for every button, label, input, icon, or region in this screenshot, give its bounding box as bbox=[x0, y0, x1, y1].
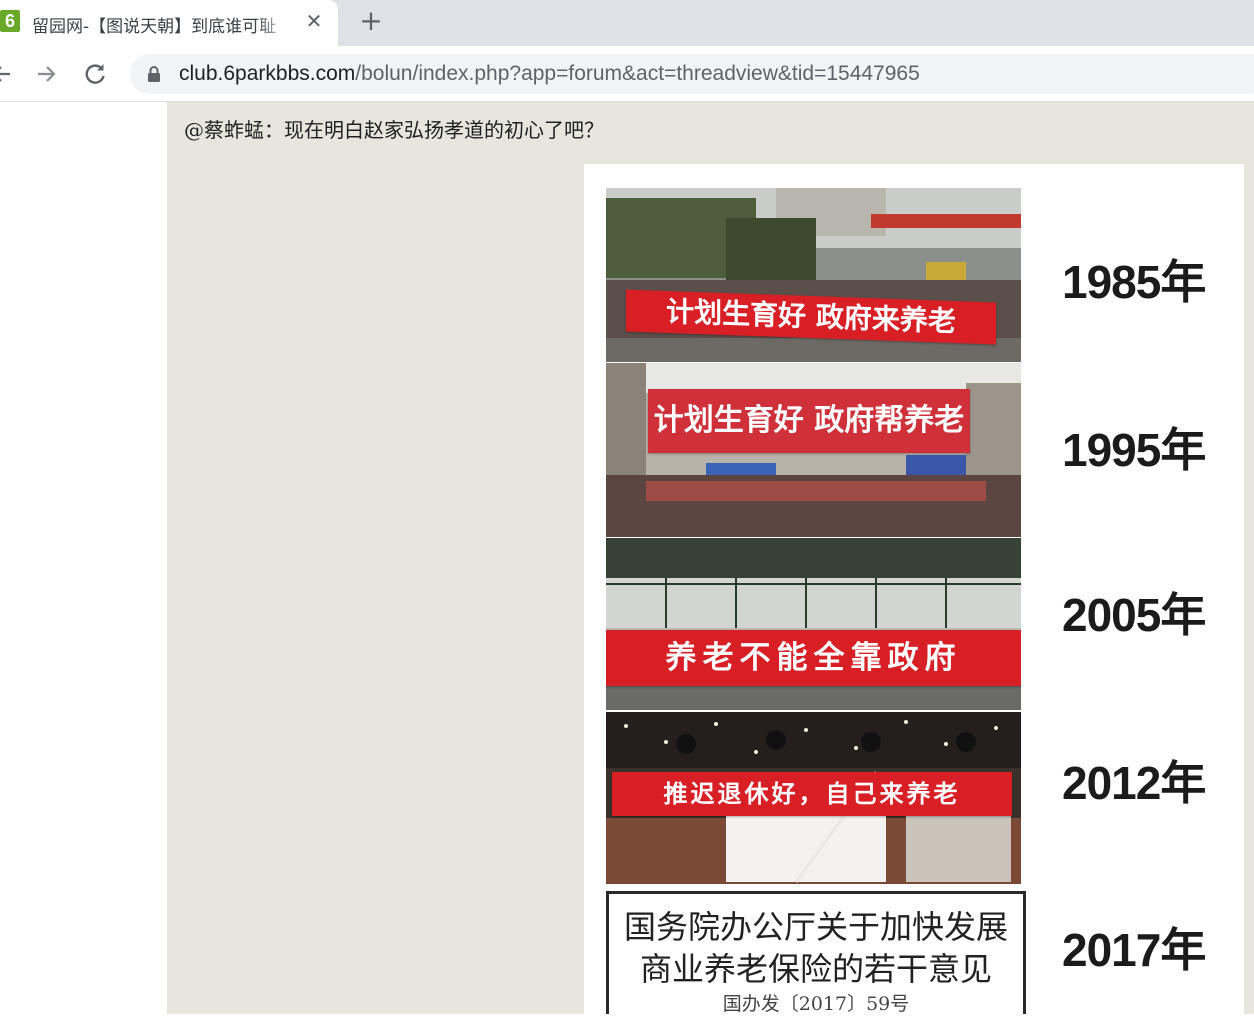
lock-icon[interactable] bbox=[146, 65, 162, 83]
post-image: 计划生育好 政府来养老 1985年 计划生育好 政府帮养老 1995年 养老不能… bbox=[584, 164, 1244, 1015]
back-button[interactable] bbox=[0, 60, 16, 88]
reload-icon bbox=[85, 64, 105, 84]
photo-2012: 推迟退休好，自己来养老 bbox=[606, 712, 1021, 884]
close-tab-icon[interactable]: ✕ bbox=[302, 9, 326, 33]
arrow-right-icon bbox=[38, 66, 56, 82]
url-path: /bolun/index.php?app=forum&act=threadvie… bbox=[355, 62, 920, 85]
arrow-left-icon bbox=[0, 66, 10, 82]
photo-1985: 计划生育好 政府来养老 bbox=[606, 188, 1021, 362]
url-text[interactable]: club.6parkbbs.com/bolun/index.php?app=fo… bbox=[179, 62, 920, 86]
document-2017: 国务院办公厅关于加快发展 商业养老保险的若干意见 国办发〔2017〕59号 bbox=[606, 891, 1026, 1015]
browser-toolbar: club.6parkbbs.com/bolun/index.php?app=fo… bbox=[0, 46, 1254, 102]
address-bar[interactable]: club.6parkbbs.com/bolun/index.php?app=fo… bbox=[130, 54, 1254, 94]
post-text: @蔡蚱蜢：现在明白赵家弘扬孝道的初心了吧？ bbox=[184, 118, 604, 142]
banner-1995: 计划生育好 政府帮养老 bbox=[648, 389, 970, 453]
year-2017: 2017年 bbox=[1062, 924, 1206, 976]
banner-2012: 推迟退休好，自己来养老 bbox=[612, 772, 1012, 816]
document-title-line-1: 国务院办公厅关于加快发展 bbox=[623, 908, 1008, 946]
url-host: club.6parkbbs.com bbox=[179, 62, 356, 85]
browser-tab[interactable]: 6 留园网-【图说天朝】到底谁可耻 ✕ bbox=[0, 0, 338, 46]
tab-title: 留园网-【图说天朝】到底谁可耻 bbox=[32, 17, 277, 34]
forward-button[interactable] bbox=[33, 60, 61, 88]
document-title-line-2: 商业养老保险的若干意见 bbox=[639, 950, 992, 988]
reload-button[interactable] bbox=[81, 60, 109, 88]
year-2012: 2012年 bbox=[1062, 757, 1206, 809]
year-1985: 1985年 bbox=[1062, 256, 1206, 308]
photo-1995: 计划生育好 政府帮养老 bbox=[606, 363, 1021, 537]
document-number: 国办发〔2017〕59号 bbox=[722, 993, 910, 1015]
year-2005: 2005年 bbox=[1062, 589, 1206, 641]
forum-post: @蔡蚱蜢：现在明白赵家弘扬孝道的初心了吧？ 计划生育好 政府来养老 1985年 bbox=[167, 102, 1254, 1015]
new-tab-button[interactable]: + bbox=[356, 6, 386, 36]
year-1995: 1995年 bbox=[1062, 424, 1206, 476]
site-favicon-icon: 6 bbox=[0, 10, 20, 32]
tab-strip: 6 留园网-【图说天朝】到底谁可耻 ✕ + bbox=[0, 0, 1254, 46]
page-left-margin bbox=[0, 102, 167, 1014]
photo-2005: 养老不能全靠政府 bbox=[606, 538, 1021, 710]
banner-2005: 养老不能全靠政府 bbox=[606, 630, 1021, 686]
